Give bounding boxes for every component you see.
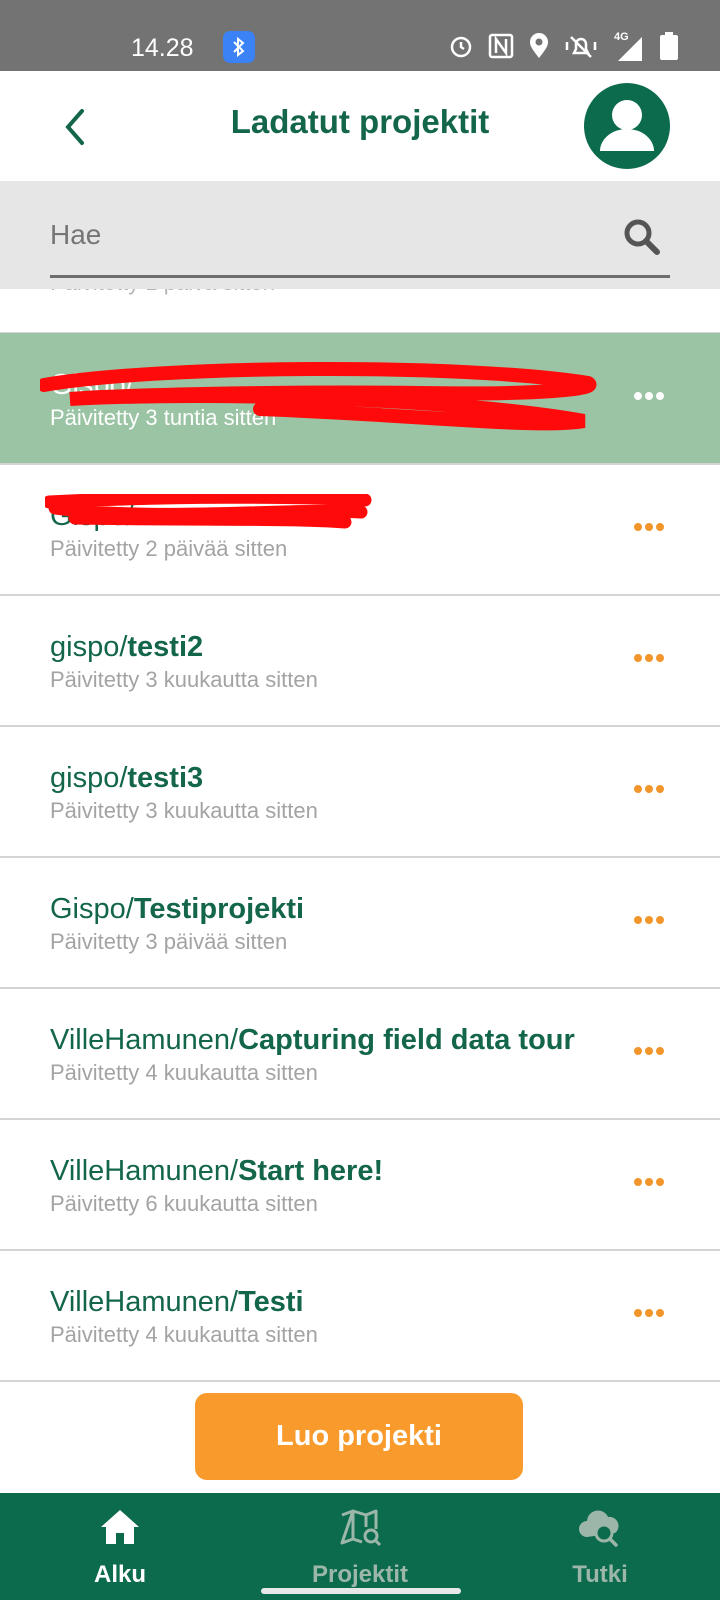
nav-item-projektit[interactable]: Projektit <box>240 1493 480 1600</box>
bottom-nav: Alku Projektit Tutki <box>0 1493 720 1600</box>
project-row[interactable]: VilleHamunen/Capturing field data tour P… <box>0 988 720 1118</box>
more-options-button[interactable] <box>634 785 664 793</box>
project-title: Gispo/ <box>50 369 134 401</box>
nav-label: Projektit <box>311 1561 409 1588</box>
home-icon <box>0 1507 240 1547</box>
nav-item-alku[interactable]: Alku <box>0 1493 240 1600</box>
status-time: 14.28 <box>131 34 194 62</box>
app-bar: Ladatut projektit <box>0 71 720 181</box>
nfc-icon <box>488 33 514 64</box>
nav-label: Alku <box>93 1561 146 1588</box>
project-updated: Päivitetty 3 kuukautta sitten <box>50 667 318 692</box>
project-updated: Päivitetty 3 kuukautta sitten <box>50 798 318 823</box>
more-options-button[interactable] <box>634 1047 664 1055</box>
project-row[interactable]: Gispo/ Päivitetty 3 tuntia sitten <box>0 333 720 463</box>
project-row[interactable]: gispo/testi2 Päivitetty 3 kuukautta sitt… <box>0 595 720 725</box>
project-row[interactable]: VilleHamunen/Testi Päivitetty 4 kuukautt… <box>0 1250 720 1380</box>
project-updated: Päivitetty 4 kuukautta sitten <box>50 1060 318 1085</box>
more-options-button[interactable] <box>634 1178 664 1186</box>
more-options-button[interactable] <box>634 916 664 924</box>
project-updated: Päivitetty 2 päivää sitten <box>50 536 288 561</box>
project-updated: Päivitetty 6 kuukautta sitten <box>50 1191 318 1216</box>
search-underline <box>50 275 670 278</box>
more-options-button[interactable] <box>634 654 664 662</box>
home-indicator[interactable] <box>261 1588 461 1594</box>
search-bar <box>0 181 720 289</box>
project-title: gispo/testi3 <box>50 762 204 794</box>
divider <box>0 1380 720 1382</box>
status-bar: 14.28 4G <box>0 0 720 71</box>
search-input[interactable] <box>50 211 670 259</box>
map-search-icon <box>240 1507 480 1547</box>
project-title: gispo/testi2 <box>50 631 204 663</box>
project-updated: Päivitetty 3 tuntia sitten <box>50 405 277 430</box>
project-title: VilleHamunen/Start here! <box>50 1155 384 1187</box>
more-options-button[interactable] <box>634 392 664 400</box>
cloud-search-icon <box>480 1507 720 1547</box>
project-title: VilleHamunen/Testi <box>50 1286 304 1318</box>
more-options-button[interactable] <box>634 523 664 531</box>
project-row[interactable]: Gispo/Testiprojekti Päivitetty 3 päivää … <box>0 857 720 987</box>
vibrate-icon <box>564 33 598 64</box>
project-row[interactable]: Gispo/ Päivitetty 2 päivää sitten <box>0 464 720 594</box>
create-project-button[interactable]: Luo projekti <box>195 1393 523 1480</box>
nav-label: Tutki <box>572 1561 628 1588</box>
avatar-button[interactable] <box>584 83 670 169</box>
project-title: Gispo/Testiprojekti <box>50 893 305 925</box>
project-updated: Päivitetty 3 päivää sitten <box>50 929 288 954</box>
location-icon <box>528 33 550 64</box>
project-updated: Päivitetty 4 kuukautta sitten <box>50 1322 318 1347</box>
more-options-button[interactable] <box>634 1309 664 1317</box>
project-row[interactable]: gispo/testi3 Päivitetty 3 kuukautta sitt… <box>0 726 720 856</box>
project-row[interactable]: VilleHamunen/Start here! Päivitetty 6 ku… <box>0 1119 720 1249</box>
nav-item-tutki[interactable]: Tutki <box>480 1493 720 1600</box>
search-icon[interactable] <box>622 217 662 262</box>
user-icon <box>600 100 654 151</box>
project-title: VilleHamunen/Capturing field data tour <box>50 1024 575 1056</box>
bluetooth-icon <box>223 31 255 63</box>
alarm-icon <box>448 33 474 64</box>
project-title: Gispo/ <box>50 500 134 532</box>
signal-icon: 4G <box>612 31 646 63</box>
battery-icon <box>660 32 678 65</box>
